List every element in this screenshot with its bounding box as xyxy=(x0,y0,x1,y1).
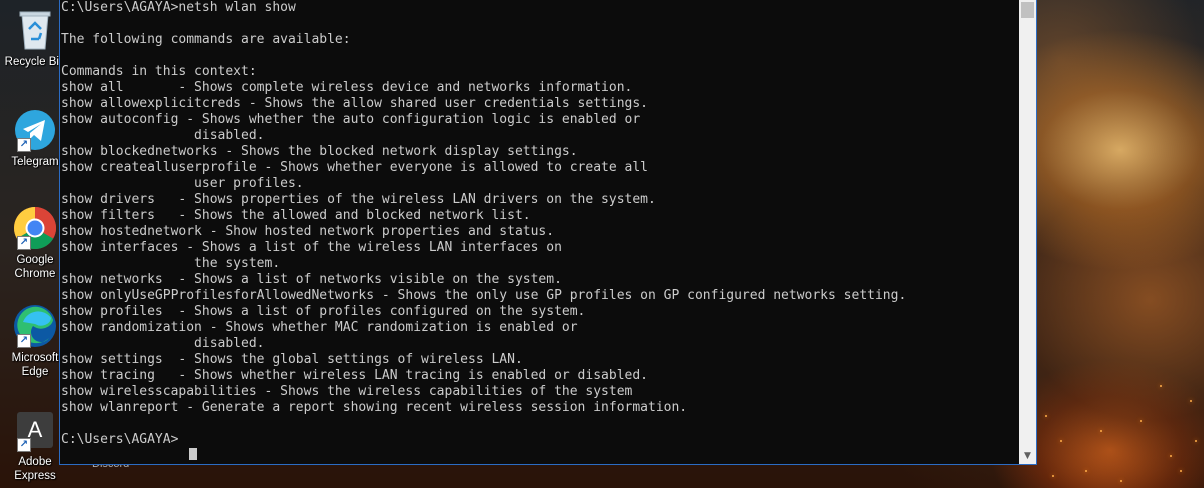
console-line: the system. xyxy=(61,256,281,271)
command-prompt-window[interactable]: C:\Users\AGAYA>netsh wlan show The follow… xyxy=(59,0,1037,465)
shortcut-arrow-icon: ↗ xyxy=(17,334,31,348)
console-line: show createalluserprofile - Shows whethe… xyxy=(61,160,648,175)
console-cursor-line xyxy=(61,448,1019,464)
shortcut-arrow-icon: ↗ xyxy=(17,138,31,152)
console-line: show wlanreport - Generate a report show… xyxy=(61,400,688,415)
telegram-icon: ↗ xyxy=(13,108,57,152)
console-line: show hostednetwork - Show hosted network… xyxy=(61,224,555,239)
console-line: show wirelesscapabilities - Shows the wi… xyxy=(61,384,633,399)
console-prompt-line[interactable]: C:\Users\AGAYA> xyxy=(61,432,1019,448)
desktop-icon-chrome[interactable]: ↗ Google Chrome xyxy=(4,206,66,281)
console-line: show interfaces - Shows a list of the wi… xyxy=(61,240,562,255)
text-cursor xyxy=(189,448,197,460)
console-line: show drivers - Shows properties of the w… xyxy=(61,192,656,207)
console-prompt: C:\Users\AGAYA> xyxy=(61,432,179,447)
console-line: show networks - Shows a list of networks… xyxy=(61,272,562,287)
desktop-icon-label: Telegram xyxy=(11,156,59,168)
desktop-icon-label: Adobe Express xyxy=(14,456,56,482)
console-line: show onlyUseGPProfilesforAllowedNetworks… xyxy=(61,288,907,303)
console-line: show filters - Shows the allowed and blo… xyxy=(61,208,531,223)
vertical-scrollbar[interactable]: ▼ xyxy=(1019,0,1036,464)
scroll-down-arrow-icon[interactable]: ▼ xyxy=(1019,447,1036,464)
desktop-icon-telegram[interactable]: ↗ Telegram xyxy=(4,108,66,169)
edge-icon: ↗ xyxy=(13,304,57,348)
desktop-icon-label: Recycle Bin xyxy=(4,56,66,68)
desktop-icon-recycle-bin[interactable]: Recycle Bin xyxy=(4,8,66,69)
console-line: disabled. xyxy=(61,336,265,351)
console-line: The following commands are available: xyxy=(61,32,351,47)
console-line: show autoconfig - Shows whether the auto… xyxy=(61,112,641,127)
console-output[interactable]: C:\Users\AGAYA>netsh wlan show The follow… xyxy=(61,0,1019,464)
console-line: show randomization - Shows whether MAC r… xyxy=(61,320,578,335)
console-line: show all - Shows complete wireless devic… xyxy=(61,80,633,95)
adobe-express-icon: A ↗ xyxy=(13,408,57,452)
recycle-bin-icon xyxy=(13,8,57,52)
console-line: show blockednetworks - Shows the blocked… xyxy=(61,144,578,159)
shortcut-arrow-icon: ↗ xyxy=(17,236,31,250)
scrollbar-thumb[interactable] xyxy=(1021,2,1034,18)
console-line: show tracing - Shows whether wireless LA… xyxy=(61,368,648,383)
console-line: show allowexplicitcreds - Shows the allo… xyxy=(61,96,648,111)
console-line: show settings - Shows the global setting… xyxy=(61,352,523,367)
chrome-icon: ↗ xyxy=(13,206,57,250)
desktop-icon-label: Microsoft Edge xyxy=(11,352,59,378)
desktop-icon-label: Google Chrome xyxy=(14,254,56,280)
console-line: show profiles - Shows a list of profiles… xyxy=(61,304,586,319)
shortcut-arrow-icon: ↗ xyxy=(17,438,31,452)
console-line: disabled. xyxy=(61,128,265,143)
desktop-icon-adobe-express[interactable]: A ↗ Adobe Express xyxy=(4,408,66,483)
console-line: C:\Users\AGAYA>netsh wlan show xyxy=(61,0,296,15)
console-line: Commands in this context: xyxy=(61,64,257,79)
console-line: user profiles. xyxy=(61,176,304,191)
desktop-icon-edge[interactable]: ↗ Microsoft Edge xyxy=(4,304,66,379)
